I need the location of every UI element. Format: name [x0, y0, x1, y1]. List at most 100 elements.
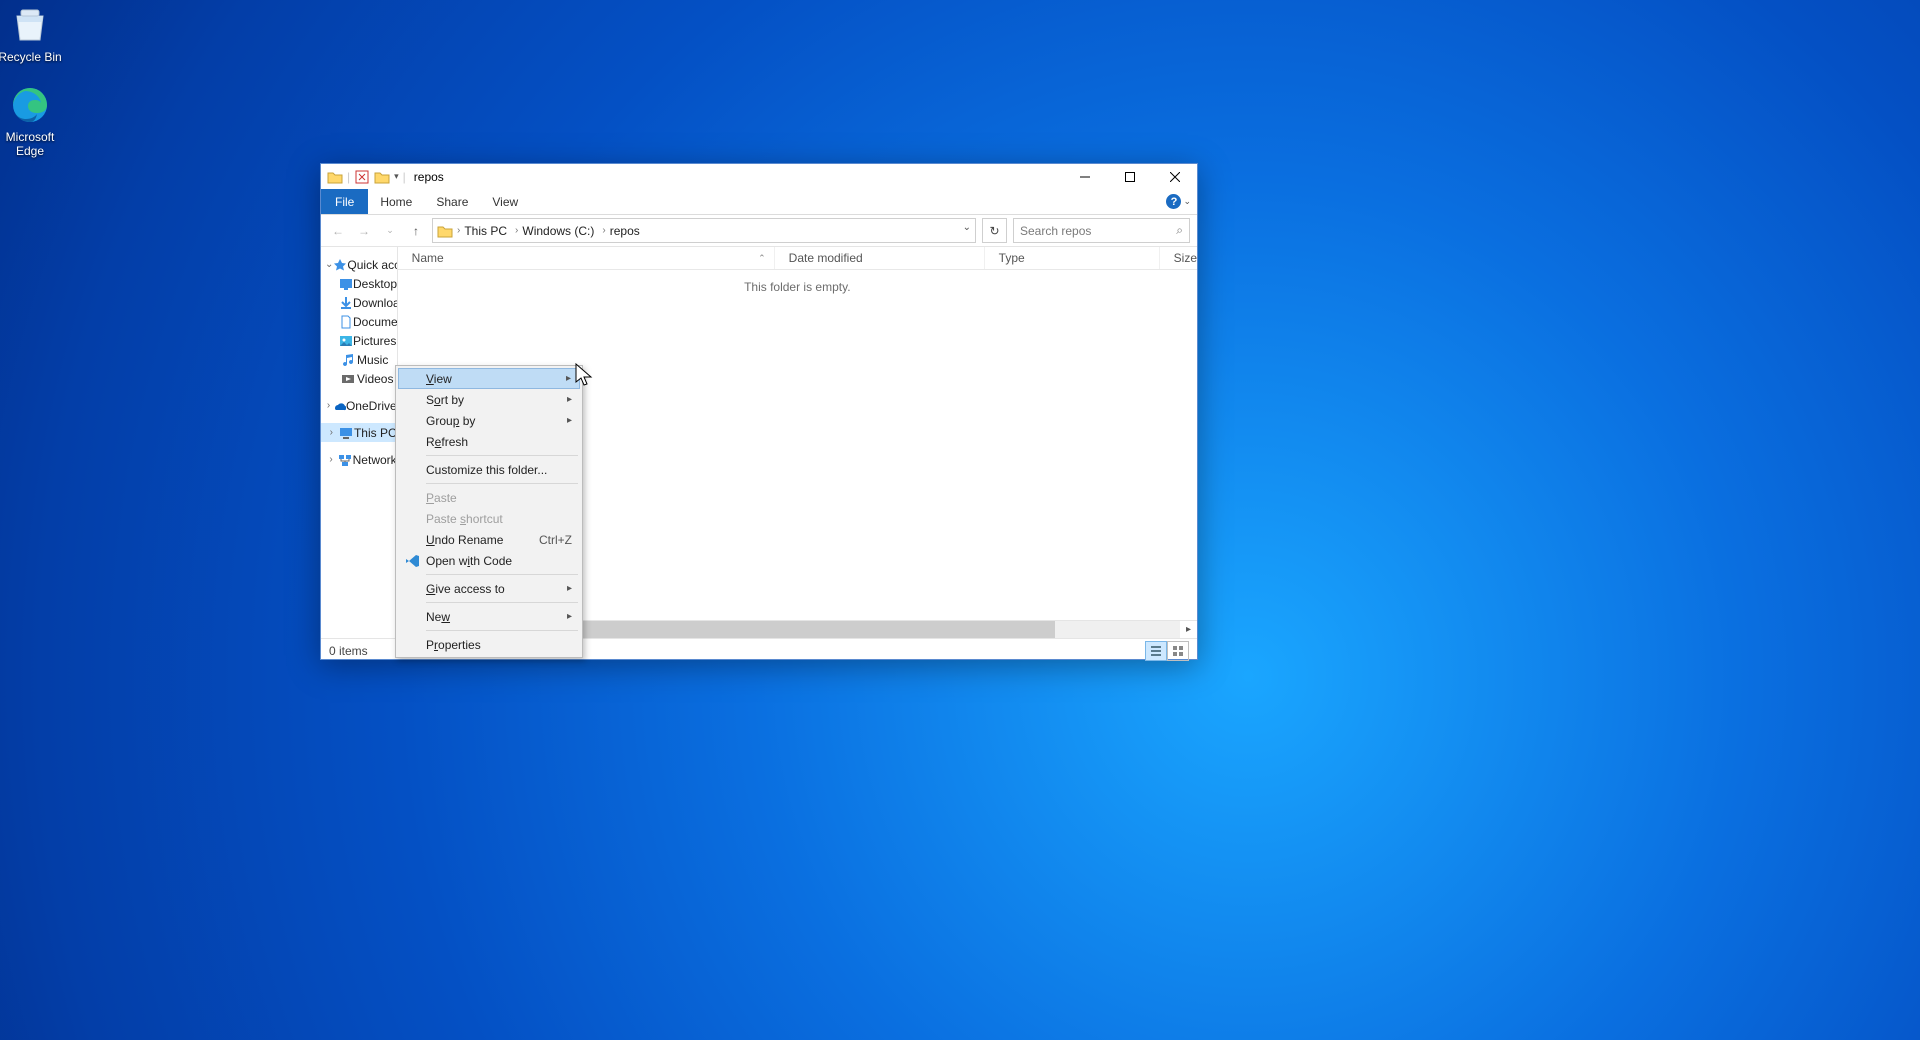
nav-item-videos[interactable]: Videos [321, 369, 397, 388]
nav-onedrive[interactable]: › OneDrive [321, 396, 397, 415]
help-button[interactable]: ? ⌄ [1166, 189, 1191, 214]
navigation-pane[interactable]: ⌄ Quick access Desktop 📌 Downloads 📌 Doc [321, 247, 398, 638]
column-label: Size [1174, 251, 1197, 265]
nav-this-pc[interactable]: › This PC [321, 423, 397, 442]
desktop-icon-microsoft-edge[interactable]: Microsoft Edge [0, 84, 68, 158]
breadcrumb-item[interactable]: repos [610, 224, 640, 238]
ctx-item-open-with-code[interactable]: Open with Code [398, 550, 580, 571]
expand-icon[interactable]: › [325, 454, 337, 465]
ctx-item-undo-rename[interactable]: Undo Rename Ctrl+Z [398, 529, 580, 550]
ctx-separator [426, 630, 578, 631]
sort-asc-icon: ⌃ [758, 253, 766, 264]
column-header-name[interactable]: Name ⌃ [398, 247, 775, 269]
nav-item-downloads[interactable]: Downloads 📌 [321, 293, 397, 312]
ctx-label: Give access to [426, 582, 505, 596]
nav-label: OneDrive [346, 399, 397, 413]
nav-history-dropdown[interactable]: ⌄ [380, 221, 400, 241]
column-header-type[interactable]: Type [985, 247, 1160, 269]
network-icon [337, 453, 353, 467]
help-icon: ? [1166, 194, 1181, 209]
desktop-icon-recycle-bin[interactable]: Recycle Bin [0, 4, 68, 64]
status-item-count: 0 items [329, 644, 368, 658]
nav-item-pictures[interactable]: Pictures 📌 [321, 331, 397, 350]
scroll-right-button[interactable]: ▸ [1180, 621, 1197, 638]
folder-icon-small [374, 169, 390, 185]
title-bar[interactable]: | ▾ | repos [321, 164, 1197, 189]
submenu-arrow-icon: ▸ [567, 394, 572, 405]
file-tab[interactable]: File [321, 189, 368, 214]
ctx-label: Properties [426, 638, 481, 652]
ctx-item-give-access[interactable]: Give access to ▸ [398, 578, 580, 599]
refresh-button[interactable]: ↻ [982, 218, 1007, 243]
column-label: Date modified [789, 251, 863, 265]
window-title: repos [414, 170, 444, 184]
expand-icon[interactable]: › [325, 427, 338, 438]
tab-share[interactable]: Share [424, 189, 480, 214]
maximize-button[interactable] [1107, 164, 1152, 189]
properties-qat-icon[interactable] [354, 169, 370, 185]
breadcrumb-item[interactable]: Windows (C:) [522, 224, 594, 238]
context-menu: View ▸ Sort by ▸ Group by ▸ Refresh Cust… [395, 365, 583, 658]
breadcrumb-bar[interactable]: › This PC › Windows (C:) › repos ⌄ [432, 218, 976, 243]
folder-icon [437, 223, 453, 239]
nav-item-documents[interactable]: Documents 📌 [321, 312, 397, 331]
nav-item-desktop[interactable]: Desktop 📌 [321, 274, 397, 293]
ctx-label: Group by [426, 414, 475, 428]
nav-label: Network [353, 453, 397, 467]
ctx-shortcut: Ctrl+Z [539, 533, 572, 547]
chevron-right-icon[interactable]: › [602, 225, 605, 236]
ctx-item-refresh[interactable]: Refresh [398, 431, 580, 452]
ctx-item-sort-by[interactable]: Sort by ▸ [398, 389, 580, 410]
tab-home[interactable]: Home [368, 189, 424, 214]
nav-network[interactable]: › Network [321, 450, 397, 469]
column-header-size[interactable]: Size [1160, 247, 1197, 269]
expand-icon[interactable]: › [325, 400, 332, 411]
view-details-button[interactable] [1145, 641, 1167, 661]
breadcrumb-item[interactable]: This PC [464, 224, 507, 238]
ctx-label: Undo Rename [426, 533, 503, 547]
view-large-icons-button[interactable] [1167, 641, 1189, 661]
minimize-button[interactable] [1062, 164, 1107, 189]
column-header-date[interactable]: Date modified [775, 247, 985, 269]
ctx-item-view[interactable]: View ▸ [398, 368, 580, 389]
submenu-arrow-icon: ▸ [567, 611, 572, 622]
ctx-item-new[interactable]: New ▸ [398, 606, 580, 627]
ctx-item-properties[interactable]: Properties [398, 634, 580, 655]
tab-label: Home [380, 195, 412, 209]
ctx-label: Open with Code [426, 554, 512, 568]
column-label: Type [999, 251, 1025, 265]
qat-separator: | [347, 170, 350, 184]
ctx-separator [426, 574, 578, 575]
chevron-right-icon[interactable]: › [457, 225, 460, 236]
nav-quick-access[interactable]: ⌄ Quick access [321, 255, 397, 274]
ctx-separator [426, 455, 578, 456]
edge-icon [9, 84, 51, 126]
nav-forward-button[interactable]: → [354, 221, 374, 241]
submenu-arrow-icon: ▸ [566, 373, 571, 384]
chevron-right-icon[interactable]: › [515, 225, 518, 236]
ctx-label: Sort by [426, 393, 464, 407]
nav-label: Videos [357, 372, 393, 386]
onedrive-icon [332, 399, 346, 413]
nav-back-button[interactable]: ← [328, 221, 348, 241]
qat-dropdown-icon[interactable]: ▾ [394, 171, 399, 182]
quick-access-icon [333, 258, 347, 272]
expand-icon[interactable]: ⌄ [325, 259, 333, 270]
search-input[interactable]: Search repos ⌕ [1013, 218, 1190, 243]
chevron-down-icon[interactable]: ⌄ [1183, 196, 1191, 207]
desktop[interactable]: Recycle Bin Microsoft Edge | ▾ | repos [0, 0, 1920, 1040]
ctx-item-customize[interactable]: Customize this folder... [398, 459, 580, 480]
tab-label: View [492, 195, 518, 209]
ribbon-tabs: File Home Share View ? ⌄ [321, 189, 1197, 215]
address-bar: ← → ⌄ ↑ ›This PC ›Windows (C:) ›repos ⌄ … [321, 215, 1197, 247]
ctx-label: Refresh [426, 435, 468, 449]
close-button[interactable] [1152, 164, 1197, 189]
ctx-item-group-by[interactable]: Group by ▸ [398, 410, 580, 431]
nav-up-button[interactable]: ↑ [406, 221, 426, 241]
breadcrumb-dropdown-icon[interactable]: ⌄ [963, 222, 971, 233]
search-placeholder: Search repos [1020, 224, 1091, 238]
music-icon [339, 353, 357, 367]
nav-label: Quick access [347, 258, 397, 272]
nav-item-music[interactable]: Music [321, 350, 397, 369]
tab-view[interactable]: View [480, 189, 530, 214]
